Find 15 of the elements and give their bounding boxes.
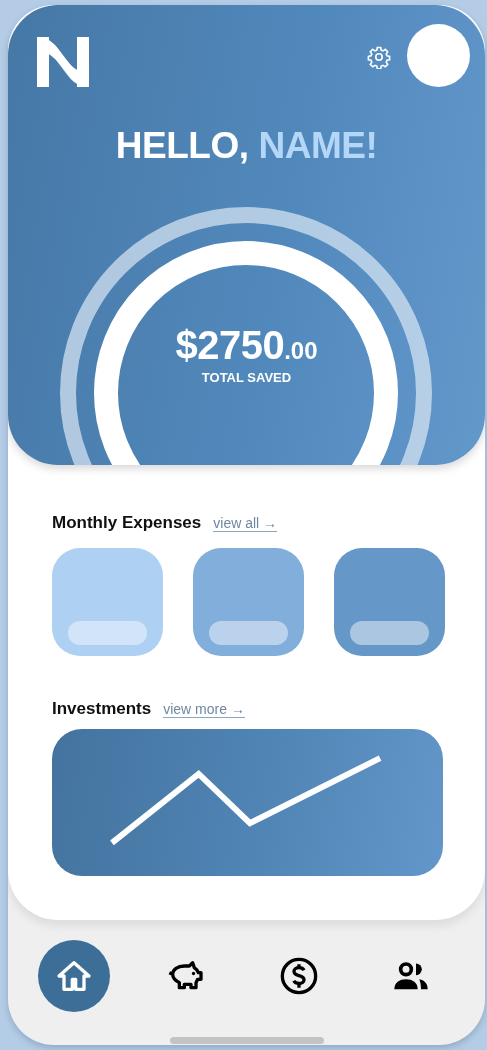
- greeting-text: HELLO,: [115, 125, 249, 166]
- total-saved-label: TOTAL SAVED: [200, 370, 293, 385]
- logo-icon: [37, 37, 89, 87]
- settings-icon: [367, 45, 391, 69]
- expense-card[interactable]: [334, 548, 445, 656]
- amount-cents: .00: [284, 337, 318, 364]
- view-link[interactable]: view all →: [213, 515, 278, 532]
- investment-card[interactable]: [52, 729, 443, 876]
- total-amount: $2750: [175, 323, 285, 367]
- view-link[interactable]: view more →: [163, 701, 245, 718]
- section-title: Investments: [52, 699, 152, 719]
- section-title: Monthly Expenses: [52, 513, 202, 533]
- settings-button[interactable]: [367, 45, 391, 69]
- dollar-icon: [278, 956, 319, 996]
- user-name: NAME!: [258, 125, 378, 166]
